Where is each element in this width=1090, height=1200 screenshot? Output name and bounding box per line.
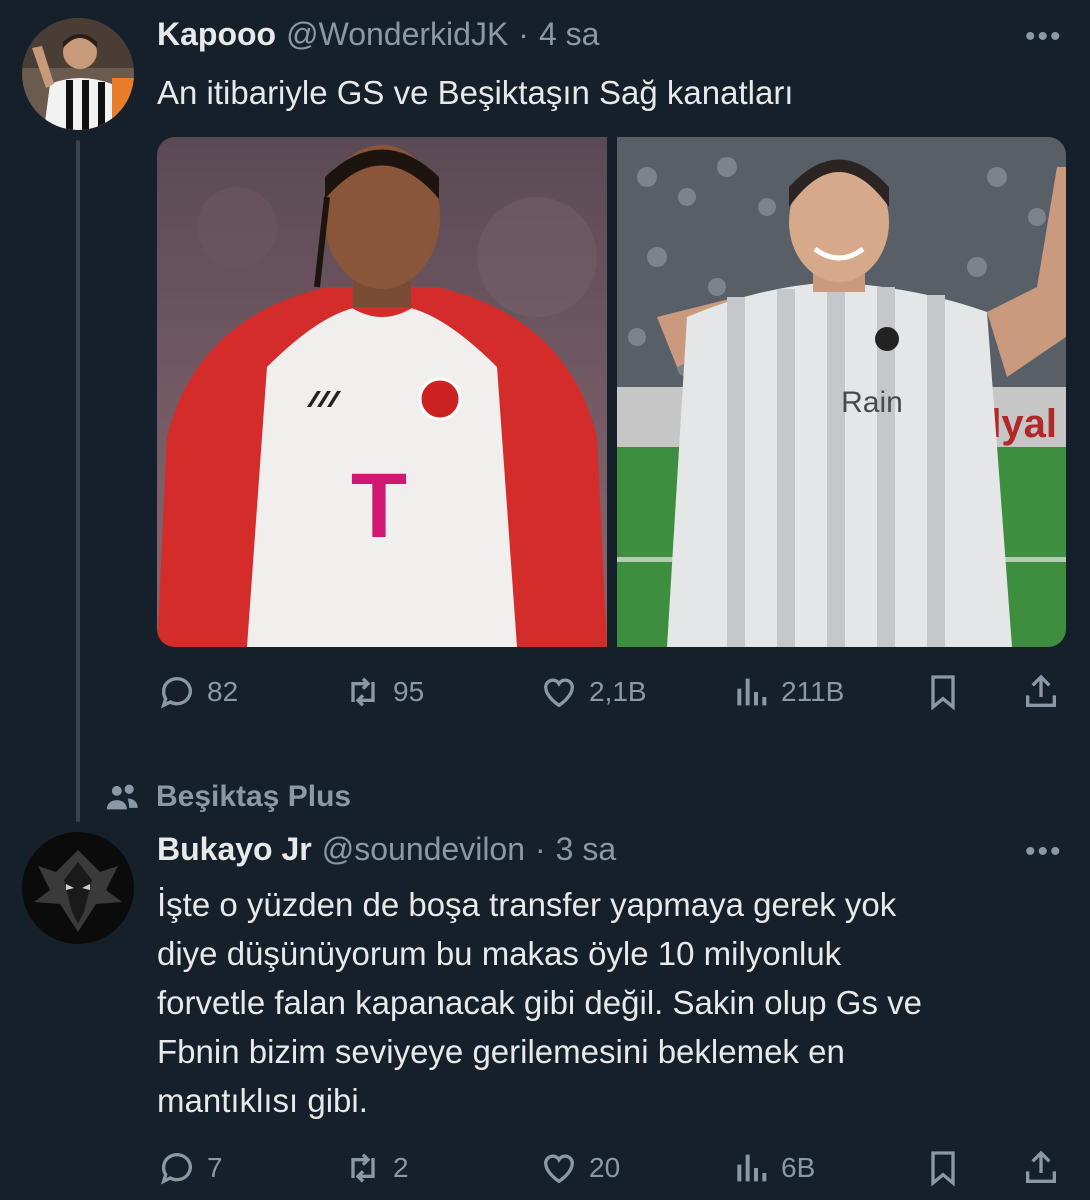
share-button[interactable] (1021, 672, 1061, 712)
retweet-button[interactable]: 2 (343, 1148, 409, 1188)
reply-button[interactable]: 82 (157, 672, 238, 712)
tweet-text: İşte o yüzden de boşa transfer yapmaya g… (157, 880, 1057, 1125)
tweet2-header: Bukayo Jr @soundevilon · 3 sa (157, 831, 616, 868)
tweet-text-line: mantıklısı gibi. (157, 1082, 368, 1119)
like-button[interactable]: 2,1B (539, 672, 647, 712)
tweet1-actions: 82 95 2,1B 211B (157, 670, 1066, 714)
like-count: 2,1B (589, 676, 647, 707)
like-icon (543, 678, 575, 708)
community-icon (106, 784, 138, 810)
reply-count: 82 (207, 676, 239, 707)
more-icon[interactable]: ••• (1025, 20, 1063, 54)
views-button[interactable]: 211B (731, 672, 844, 712)
reply-icon (160, 1153, 192, 1185)
views-count: 6B (781, 1152, 816, 1183)
views-button[interactable]: 6B (731, 1148, 815, 1188)
timestamp[interactable]: 3 sa (556, 831, 616, 868)
tweet1-header: Kapooo @WonderkidJK · 4 sa (157, 16, 599, 53)
share-button[interactable] (1021, 1148, 1061, 1188)
bookmark-button[interactable] (923, 672, 963, 712)
like-count: 20 (589, 1152, 621, 1183)
avatar-bukayo[interactable] (22, 832, 134, 944)
retweet-count: 2 (393, 1152, 409, 1183)
tweet-text-line: Fbnin bizim seviyeye gerilemesini beklem… (157, 1033, 845, 1070)
tweet-text: An itibariyle GS ve Beşiktaşın Sağ kanat… (157, 74, 794, 111)
tweet-media[interactable]: T ndyal Rain (157, 137, 1066, 647)
bookmark-button[interactable] (923, 1148, 963, 1188)
timestamp[interactable]: 4 sa (539, 16, 599, 53)
community-label: Beşiktaş Plus (156, 780, 352, 813)
reply-count: 7 (207, 1152, 223, 1183)
display-name[interactable]: Kapooo (157, 16, 276, 53)
tweet-text-line: diye düşünüyorum bu makas öyle 10 milyon… (157, 935, 842, 972)
photo-right[interactable]: ndyal Rain (617, 137, 1066, 647)
retweet-icon (351, 677, 375, 707)
like-icon (543, 1154, 575, 1184)
more-icon[interactable]: ••• (1025, 835, 1063, 869)
sponsor-logo: T (351, 455, 407, 557)
tweet-text-line: İşte o yüzden de boşa transfer yapmaya g… (157, 886, 897, 923)
thread-line (76, 140, 80, 822)
share-icon (1026, 674, 1056, 707)
tweet-text-line: forvetle falan kapanacak gibi değil. Sak… (157, 984, 922, 1021)
community-context[interactable]: Beşiktaş Plus (104, 780, 351, 814)
views-count: 211B (781, 676, 845, 707)
separator: · (518, 16, 529, 52)
photo-left[interactable]: T (157, 137, 607, 647)
views-icon (737, 678, 767, 706)
retweet-button[interactable]: 95 (343, 672, 424, 712)
retweet-count: 95 (393, 676, 425, 707)
retweet-icon (351, 1153, 375, 1183)
separator: · (535, 831, 546, 867)
tweet2-actions: 7 2 20 6B (157, 1146, 1066, 1190)
avatar-kapooo[interactable] (22, 18, 134, 130)
like-button[interactable]: 20 (539, 1148, 620, 1188)
handle[interactable]: @soundevilon (322, 831, 525, 868)
handle[interactable]: @WonderkidJK (286, 16, 508, 53)
reply-icon (160, 677, 192, 709)
reply-button[interactable]: 7 (157, 1148, 223, 1188)
display-name[interactable]: Bukayo Jr (157, 831, 312, 868)
sponsor-text: Rain (841, 386, 903, 419)
share-icon (1026, 1150, 1056, 1183)
bookmark-icon (931, 675, 955, 711)
bookmark-icon (931, 1151, 955, 1187)
views-icon (737, 1154, 767, 1182)
